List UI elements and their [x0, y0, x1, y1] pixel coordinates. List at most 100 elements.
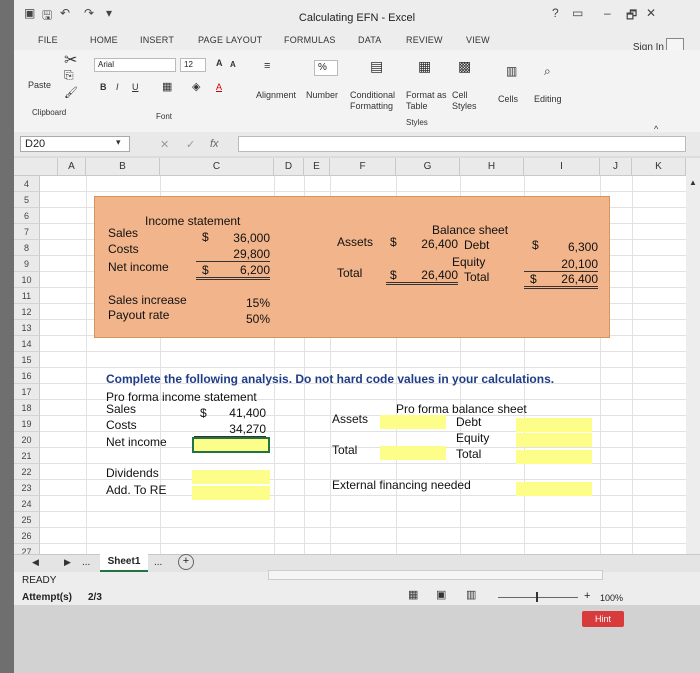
number-button[interactable]: Number [306, 90, 338, 100]
zoom-in-icon[interactable]: + [584, 590, 590, 602]
column-header-h[interactable]: H [460, 158, 524, 176]
row-header-13[interactable]: 13 [14, 320, 40, 336]
name-box-dropdown-icon[interactable]: ▾ [116, 137, 121, 148]
pf-assets-input[interactable] [380, 415, 446, 429]
row-header-12[interactable]: 12 [14, 304, 40, 320]
tab-data[interactable]: DATA [358, 35, 381, 45]
add-sheet-button[interactable]: + [178, 554, 194, 570]
prev-sheet-icon[interactable]: ◀ [32, 557, 39, 568]
zoom-slider-thumb[interactable] [536, 592, 538, 602]
font-color-button[interactable]: A [216, 82, 222, 92]
underline-button[interactable]: U [132, 82, 139, 92]
column-header-d[interactable]: D [274, 158, 304, 176]
row-header-10[interactable]: 10 [14, 272, 40, 288]
borders-icon[interactable]: ▦ [162, 80, 172, 93]
tab-home[interactable]: HOME [90, 35, 118, 45]
zoom-slider[interactable] [498, 597, 578, 598]
net-income-value[interactable]: 6,200 [196, 263, 270, 280]
cells-button[interactable]: Cells [498, 94, 518, 104]
next-sheet-icon[interactable]: ▶ [64, 557, 71, 568]
row-header-24[interactable]: 24 [14, 496, 40, 512]
row-header-21[interactable]: 21 [14, 448, 40, 464]
row-header-15[interactable]: 15 [14, 352, 40, 368]
sales-value[interactable]: 36,000 [222, 231, 270, 245]
pf-add-re-input[interactable] [192, 486, 270, 500]
select-all-corner[interactable] [14, 158, 58, 176]
more-sheets-left[interactable]: ... [82, 557, 90, 568]
cancel-formula-button[interactable]: ✕ [160, 138, 169, 151]
row-header-26[interactable]: 26 [14, 528, 40, 544]
row-header-8[interactable]: 8 [14, 240, 40, 256]
cell-styles-icon[interactable]: ▩ [458, 58, 471, 75]
row-header-6[interactable]: 6 [14, 208, 40, 224]
pf-total-assets-input[interactable] [380, 446, 446, 460]
column-header-i[interactable]: I [524, 158, 600, 176]
row-header-4[interactable]: 4 [14, 176, 40, 192]
pf-total-liab-input[interactable] [516, 450, 592, 464]
help-button[interactable]: ? [552, 6, 559, 20]
page-layout-view-icon[interactable]: ▣ [436, 588, 446, 601]
bold-button[interactable]: B [100, 82, 107, 92]
grow-font-button[interactable]: A [216, 58, 223, 68]
italic-button[interactable]: I [116, 82, 119, 92]
row-header-23[interactable]: 23 [14, 480, 40, 496]
fill-color-icon[interactable]: ◈ [192, 80, 200, 93]
sheet-tab-sheet1[interactable]: Sheet1 [100, 554, 148, 572]
paste-button[interactable]: Paste [28, 80, 51, 90]
page-break-view-icon[interactable]: ▥ [466, 588, 476, 601]
editing-icon[interactable]: ⌕ [544, 64, 551, 79]
column-header-g[interactable]: G [396, 158, 460, 176]
column-header-f[interactable]: F [330, 158, 396, 176]
row-header-14[interactable]: 14 [14, 336, 40, 352]
costs-value[interactable]: 29,800 [196, 247, 270, 262]
pf-sales-value[interactable]: 41,400 [218, 406, 266, 420]
pf-costs-value[interactable]: 34,270 [194, 422, 266, 437]
row-header-19[interactable]: 19 [14, 416, 40, 432]
conditional-formatting-button[interactable]: Conditional Formatting [350, 90, 395, 112]
close-button[interactable]: ✕ [646, 6, 656, 20]
ribbon-display-icon[interactable]: ▭ [572, 6, 583, 20]
column-header-c[interactable]: C [160, 158, 274, 176]
alignment-button[interactable]: Alignment [256, 90, 296, 100]
row-header-17[interactable]: 17 [14, 384, 40, 400]
pf-equity-input[interactable] [516, 433, 592, 447]
format-as-table-icon[interactable]: ▦ [418, 58, 431, 75]
row-header-20[interactable]: 20 [14, 432, 40, 448]
row-header-16[interactable]: 16 [14, 368, 40, 384]
row-header-25[interactable]: 25 [14, 512, 40, 528]
normal-view-icon[interactable]: ▦ [408, 588, 418, 601]
column-header-b[interactable]: B [86, 158, 160, 176]
vertical-scrollbar[interactable] [686, 158, 700, 554]
hint-button[interactable]: Hint [582, 611, 624, 627]
column-header-e[interactable]: E [304, 158, 330, 176]
insert-function-button[interactable]: fx [210, 138, 219, 150]
tab-insert[interactable]: INSERT [140, 35, 174, 45]
pf-debt-input[interactable] [516, 418, 592, 432]
formula-input[interactable] [238, 136, 686, 152]
tab-file[interactable]: FILE [38, 35, 58, 45]
shrink-font-button[interactable]: A [230, 60, 236, 69]
restore-button[interactable]: 🗗 [626, 6, 637, 27]
equity-value[interactable]: 20,100 [524, 257, 598, 272]
font-name-select[interactable]: Arial [94, 58, 176, 72]
tab-formulas[interactable]: FORMULAS [284, 35, 336, 45]
column-header-k[interactable]: K [632, 158, 686, 176]
row-header-7[interactable]: 7 [14, 224, 40, 240]
cut-icon[interactable]: ✂ [64, 50, 77, 70]
copy-icon[interactable]: ⎘ [64, 68, 74, 83]
efn-input[interactable] [516, 482, 592, 496]
editing-button[interactable]: Editing [534, 94, 562, 104]
alignment-icon[interactable]: ≡ [264, 60, 270, 72]
row-header-5[interactable]: 5 [14, 192, 40, 208]
row-header-22[interactable]: 22 [14, 464, 40, 480]
payout-rate-value[interactable]: 50% [230, 312, 270, 326]
pf-dividends-input[interactable] [192, 470, 270, 484]
debt-value[interactable]: 6,300 [550, 240, 598, 254]
sales-increase-value[interactable]: 15% [230, 296, 270, 310]
format-as-table-button[interactable]: Format as Table [406, 90, 447, 112]
cell-styles-button[interactable]: Cell Styles [452, 90, 477, 112]
row-header-11[interactable]: 11 [14, 288, 40, 304]
horizontal-scrollbar[interactable] [268, 570, 603, 580]
font-size-select[interactable]: 12 [180, 58, 206, 72]
scroll-up-icon[interactable]: ▲ [689, 178, 697, 187]
